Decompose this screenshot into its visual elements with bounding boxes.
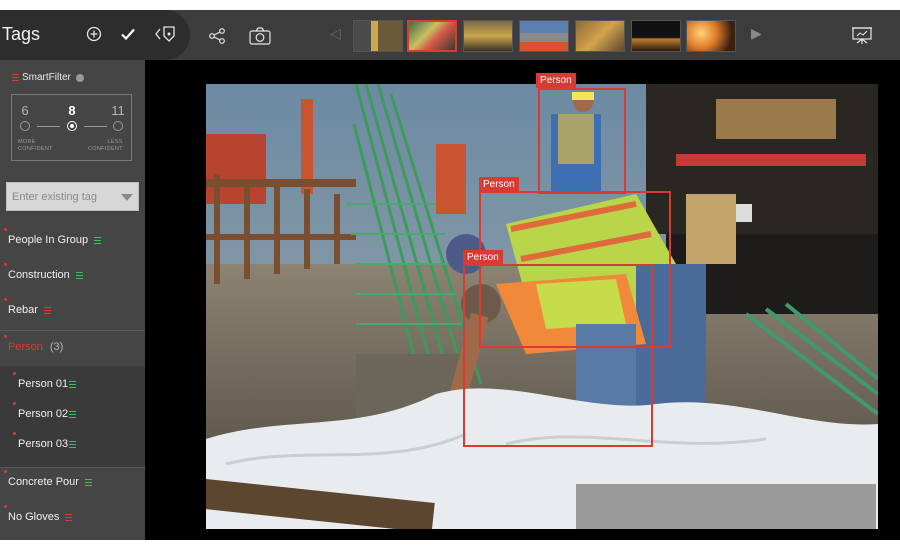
confirmed-icon[interactable] bbox=[75, 271, 83, 279]
subtag-row[interactable]: Person 03 bbox=[0, 427, 145, 461]
tag-sidebar: SmartFilter 6 8 11 MORE CONFIDENT LESS C… bbox=[0, 60, 145, 540]
filmstrip-thumbnail[interactable] bbox=[575, 20, 625, 52]
photo-tagging-app: Tags ◁ ▶ SmartFilter 6 8 11 MORE CONFIDE… bbox=[0, 0, 900, 550]
info-icon[interactable] bbox=[75, 73, 84, 82]
status-dot bbox=[4, 470, 7, 473]
tag-search-placeholder: Enter existing tag bbox=[12, 191, 97, 203]
filmstrip-next-arrow[interactable]: ▶ bbox=[751, 25, 762, 42]
confidence-level-selected[interactable]: 8 bbox=[62, 103, 82, 118]
status-dot bbox=[13, 432, 16, 435]
confirmed-icon[interactable] bbox=[69, 440, 77, 448]
tag-row[interactable]: Concrete Pour bbox=[0, 465, 145, 499]
subtag-label: Person 01 bbox=[18, 378, 69, 390]
back-tag-icon[interactable] bbox=[155, 25, 177, 43]
subtag-row[interactable]: Person 02 bbox=[0, 397, 145, 431]
presentation-icon[interactable] bbox=[851, 26, 873, 46]
more-confident-caption: MORE CONFIDENT bbox=[18, 139, 53, 152]
confirmed-icon[interactable] bbox=[69, 410, 77, 418]
tag-label: No Gloves bbox=[8, 511, 60, 523]
checkmark-icon[interactable] bbox=[120, 26, 136, 42]
confidence-radio-6[interactable] bbox=[20, 121, 30, 131]
rejected-icon[interactable] bbox=[65, 513, 73, 521]
add-circle-icon[interactable] bbox=[86, 26, 102, 42]
panel-title: Tags bbox=[2, 24, 41, 44]
smartfilter-icon bbox=[12, 74, 19, 81]
tag-label: Concrete Pour bbox=[8, 476, 79, 488]
status-dot bbox=[13, 372, 16, 375]
share-icon[interactable] bbox=[208, 27, 226, 45]
tag-row[interactable]: Construction bbox=[0, 258, 145, 292]
smartfilter-header: SmartFilter bbox=[12, 72, 84, 83]
detection-label: Person bbox=[536, 73, 576, 88]
tag-label: People In Group bbox=[8, 234, 89, 246]
status-dot bbox=[13, 402, 16, 405]
smartfilter-title: SmartFilter bbox=[22, 72, 71, 83]
detection-label: Person bbox=[463, 250, 503, 265]
subtag-label: Person 03 bbox=[18, 438, 69, 450]
chevron-down-icon[interactable] bbox=[121, 194, 133, 201]
detection-label: Person bbox=[479, 177, 519, 192]
filmstrip-thumbnail[interactable] bbox=[463, 20, 513, 52]
tag-label: Construction bbox=[8, 269, 70, 281]
confidence-track bbox=[84, 126, 107, 127]
confidence-track bbox=[37, 126, 60, 127]
status-dot bbox=[4, 505, 7, 508]
subtag-label: Person 02 bbox=[18, 408, 69, 420]
less-confident-caption: LESS CONFIDENT bbox=[88, 139, 123, 152]
status-dot bbox=[4, 298, 7, 301]
detection-box[interactable] bbox=[463, 264, 653, 447]
confidence-selector: 6 8 11 MORE CONFIDENT LESS CONFIDENT bbox=[11, 94, 132, 161]
confidence-radio-8[interactable] bbox=[67, 121, 77, 131]
filmstrip-thumbnail[interactable] bbox=[353, 20, 403, 52]
tag-group-label: Person bbox=[8, 341, 43, 353]
filmstrip-thumbnail[interactable] bbox=[631, 20, 681, 52]
confidence-level-low[interactable]: 6 bbox=[15, 103, 35, 118]
confidence-level-high[interactable]: 11 bbox=[108, 103, 128, 118]
rejected-icon[interactable] bbox=[43, 306, 51, 314]
status-dot bbox=[4, 335, 7, 338]
tag-search-dropdown[interactable]: Enter existing tag bbox=[6, 182, 139, 211]
confidence-radio-11[interactable] bbox=[113, 121, 123, 131]
filmstrip-thumbnail-selected[interactable] bbox=[407, 20, 457, 52]
tag-row[interactable]: People In Group bbox=[0, 223, 145, 257]
detection-box[interactable] bbox=[538, 88, 626, 194]
confirmed-icon[interactable] bbox=[94, 236, 102, 244]
filmstrip-prev-arrow[interactable]: ◁ bbox=[330, 25, 341, 42]
subtag-row[interactable]: Person 01 bbox=[0, 367, 145, 401]
tag-row[interactable]: Rebar bbox=[0, 293, 145, 327]
tag-label: Rebar bbox=[8, 304, 38, 316]
status-dot bbox=[4, 263, 7, 266]
tag-group-person[interactable]: Person (3) bbox=[0, 330, 145, 364]
status-dot bbox=[4, 228, 7, 231]
camera-icon[interactable] bbox=[249, 27, 271, 45]
confirmed-icon[interactable] bbox=[69, 380, 77, 388]
tag-row[interactable]: No Gloves bbox=[0, 500, 145, 534]
tag-group-count: (3) bbox=[49, 341, 64, 353]
confirmed-icon[interactable] bbox=[84, 478, 92, 486]
filmstrip-thumbnail[interactable] bbox=[519, 20, 569, 52]
filmstrip-thumbnail[interactable] bbox=[686, 20, 736, 52]
